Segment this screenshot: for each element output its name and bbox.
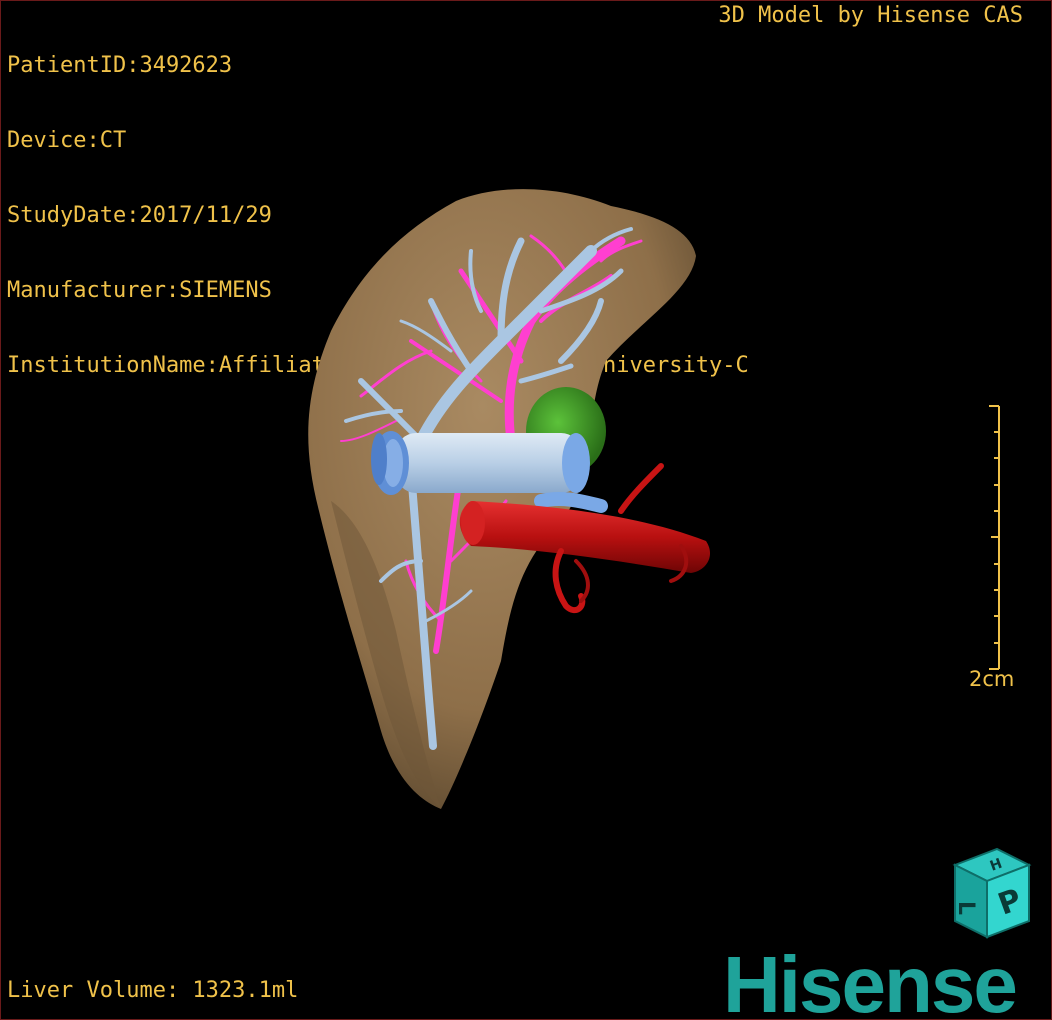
liver-volume: Liver Volume: 1323.1ml: [7, 978, 299, 1003]
liver-3d-model[interactable]: [1, 1, 1051, 1019]
3d-viewport[interactable]: PatientID:3492623 Device:CT StudyDate:20…: [0, 0, 1052, 1020]
cube-face-side: L: [953, 901, 978, 915]
scale-bar-label: 2cm: [969, 667, 1015, 691]
hisense-logo: Hisense: [723, 940, 1018, 1020]
orientation-cube[interactable]: H L P: [937, 843, 1037, 943]
liver-surface: [308, 189, 696, 810]
scale-bar: [989, 405, 1000, 670]
